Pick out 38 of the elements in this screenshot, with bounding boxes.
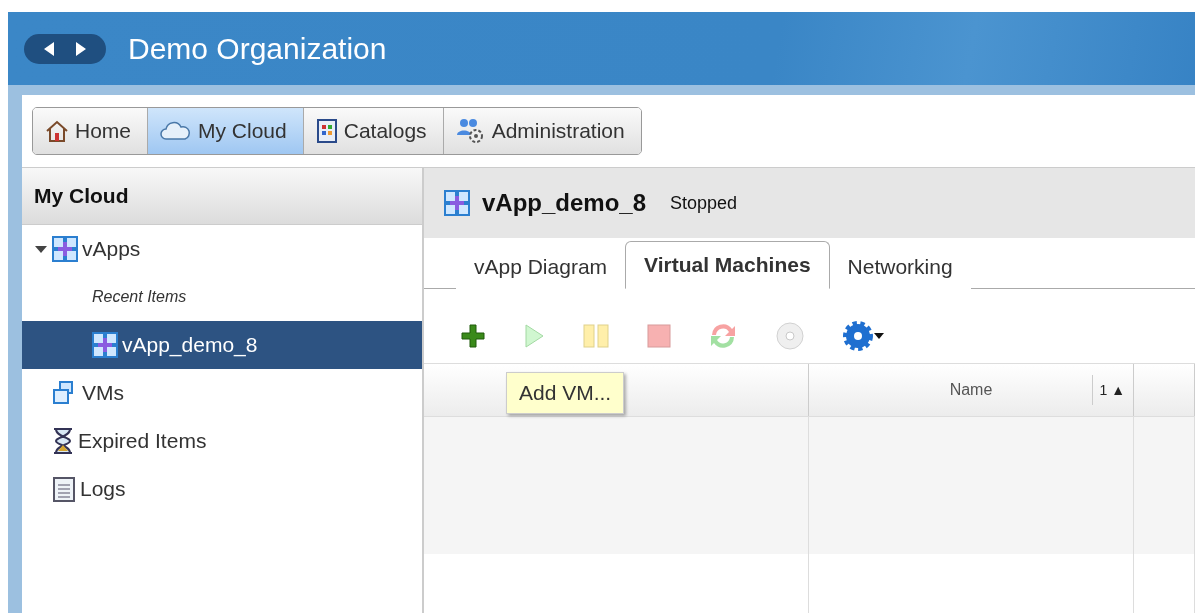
back-forward-icon[interactable] [24, 33, 106, 64]
users-gear-icon [455, 117, 486, 145]
column-header[interactable]: Name [949, 381, 993, 399]
plus-icon [460, 323, 486, 349]
toolbar-button[interactable] [460, 323, 486, 349]
status-label: Stopped [670, 192, 738, 214]
sort-indicator[interactable]: 1 ▲ [1092, 375, 1125, 405]
cloud-icon [160, 121, 193, 141]
log-icon [52, 475, 76, 503]
catalog-icon [315, 118, 338, 144]
stop-icon [647, 324, 671, 348]
nav-tab[interactable]: Catalogs [303, 108, 444, 154]
sidebar-title: My Cloud [22, 168, 422, 225]
refresh-icon [708, 321, 738, 351]
tree-item[interactable]: Expired Items [78, 429, 207, 453]
window-title: Demo Organization [128, 31, 387, 66]
tree-item[interactable]: Logs [80, 477, 126, 501]
tree-item[interactable]: VMs [82, 381, 124, 405]
gear-dropdown-icon [842, 319, 886, 353]
vapp-title: vApp_demo_8 [482, 189, 647, 217]
toolbar-button[interactable] [842, 319, 886, 353]
tooltip: Add VM... [506, 372, 625, 414]
house-icon [45, 119, 69, 143]
nav-tab[interactable]: My Cloud [148, 108, 304, 154]
pause-icon [582, 323, 610, 349]
vapp-icon [52, 236, 78, 262]
tree-item[interactable]: vApps [82, 237, 141, 261]
disc-icon [775, 321, 805, 351]
selected-row-background[interactable]: vApp_demo_8 [22, 321, 422, 369]
section-label: Recent Items [92, 288, 187, 306]
tree-item[interactable]: vApp_demo_8 [122, 333, 258, 357]
vapp-icon [444, 190, 470, 216]
hourglass-icon [52, 427, 74, 455]
nav-tab[interactable]: Home [33, 108, 149, 154]
vapp-icon [92, 332, 118, 358]
tab[interactable]: Virtual Machines [625, 241, 830, 289]
play-icon [523, 323, 545, 349]
nav-tab[interactable]: Administration [443, 108, 641, 154]
